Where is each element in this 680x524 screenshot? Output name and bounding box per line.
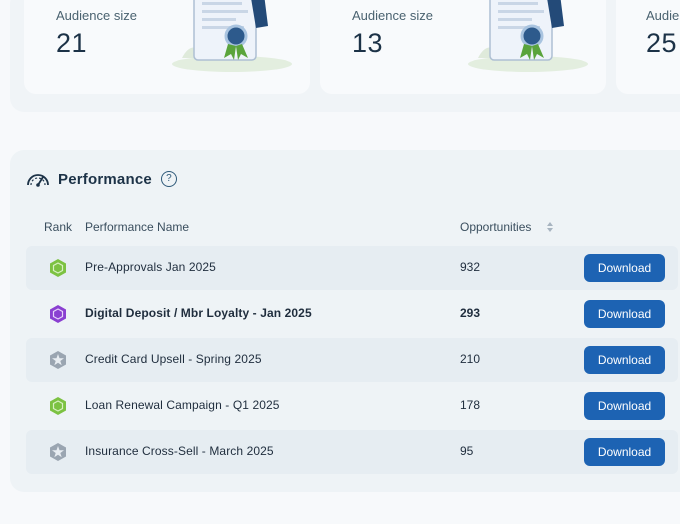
download-button[interactable]: Download [584,346,665,374]
opportunities-count: 293 [460,306,481,320]
speedometer-icon [27,174,49,187]
performance-name: Insurance Cross-Sell - March 2025 [85,444,274,458]
certificate-illustration-icon [468,0,588,72]
performance-name: Digital Deposit / Mbr Loyalty - Jan 2025 [85,306,312,320]
table-row: Pre-Approvals Jan 2025 932 Download [26,246,678,290]
green-hexagon-badge-icon [50,397,66,415]
audience-card: Audien 25 [616,0,680,94]
table-row: Loan Renewal Campaign - Q1 2025 178 Down… [26,384,678,428]
performance-name: Credit Card Upsell - Spring 2025 [85,352,262,366]
column-header-name: Performance Name [85,220,190,234]
performance-header: Performance ? [26,168,177,190]
table-row: Credit Card Upsell - Spring 2025 210 Dow… [26,338,678,382]
audience-size-value: 25 [646,28,678,58]
opportunities-count: 95 [460,444,474,458]
page-title: Performance [58,170,152,188]
opportunities-count: 178 [460,398,481,412]
sort-icon[interactable] [546,220,554,234]
audience-size-value: 13 [352,28,384,58]
audience-size-label: Audience size [56,8,137,23]
purple-hexagon-badge-icon [50,305,66,323]
question-circle-icon[interactable]: ? [160,171,177,187]
green-hexagon-badge-icon [50,259,66,277]
audience-size-label: Audience size [352,8,433,23]
column-header-opportunities[interactable]: Opportunities [460,220,531,234]
table-row: Digital Deposit / Mbr Loyalty - Jan 2025… [26,292,678,336]
download-button[interactable]: Download [584,300,665,328]
audience-card: Audience size 13 [320,0,606,94]
opportunities-count: 210 [460,352,481,366]
column-header-rank: Rank [44,220,73,234]
gray-star-hexagon-badge-icon [50,351,66,369]
performance-name: Pre-Approvals Jan 2025 [85,260,216,274]
opportunities-count: 932 [460,260,481,274]
download-button[interactable]: Download [584,438,665,466]
download-button[interactable]: Download [584,392,665,420]
audience-card: Audience size 21 [24,0,310,94]
gray-star-hexagon-badge-icon [50,443,66,461]
certificate-illustration-icon [172,0,292,72]
download-button[interactable]: Download [584,254,665,282]
table-row: Insurance Cross-Sell - March 2025 95 Dow… [26,430,678,474]
audience-size-label: Audien [646,8,680,23]
audience-size-value: 21 [56,28,88,58]
performance-name: Loan Renewal Campaign - Q1 2025 [85,398,280,412]
